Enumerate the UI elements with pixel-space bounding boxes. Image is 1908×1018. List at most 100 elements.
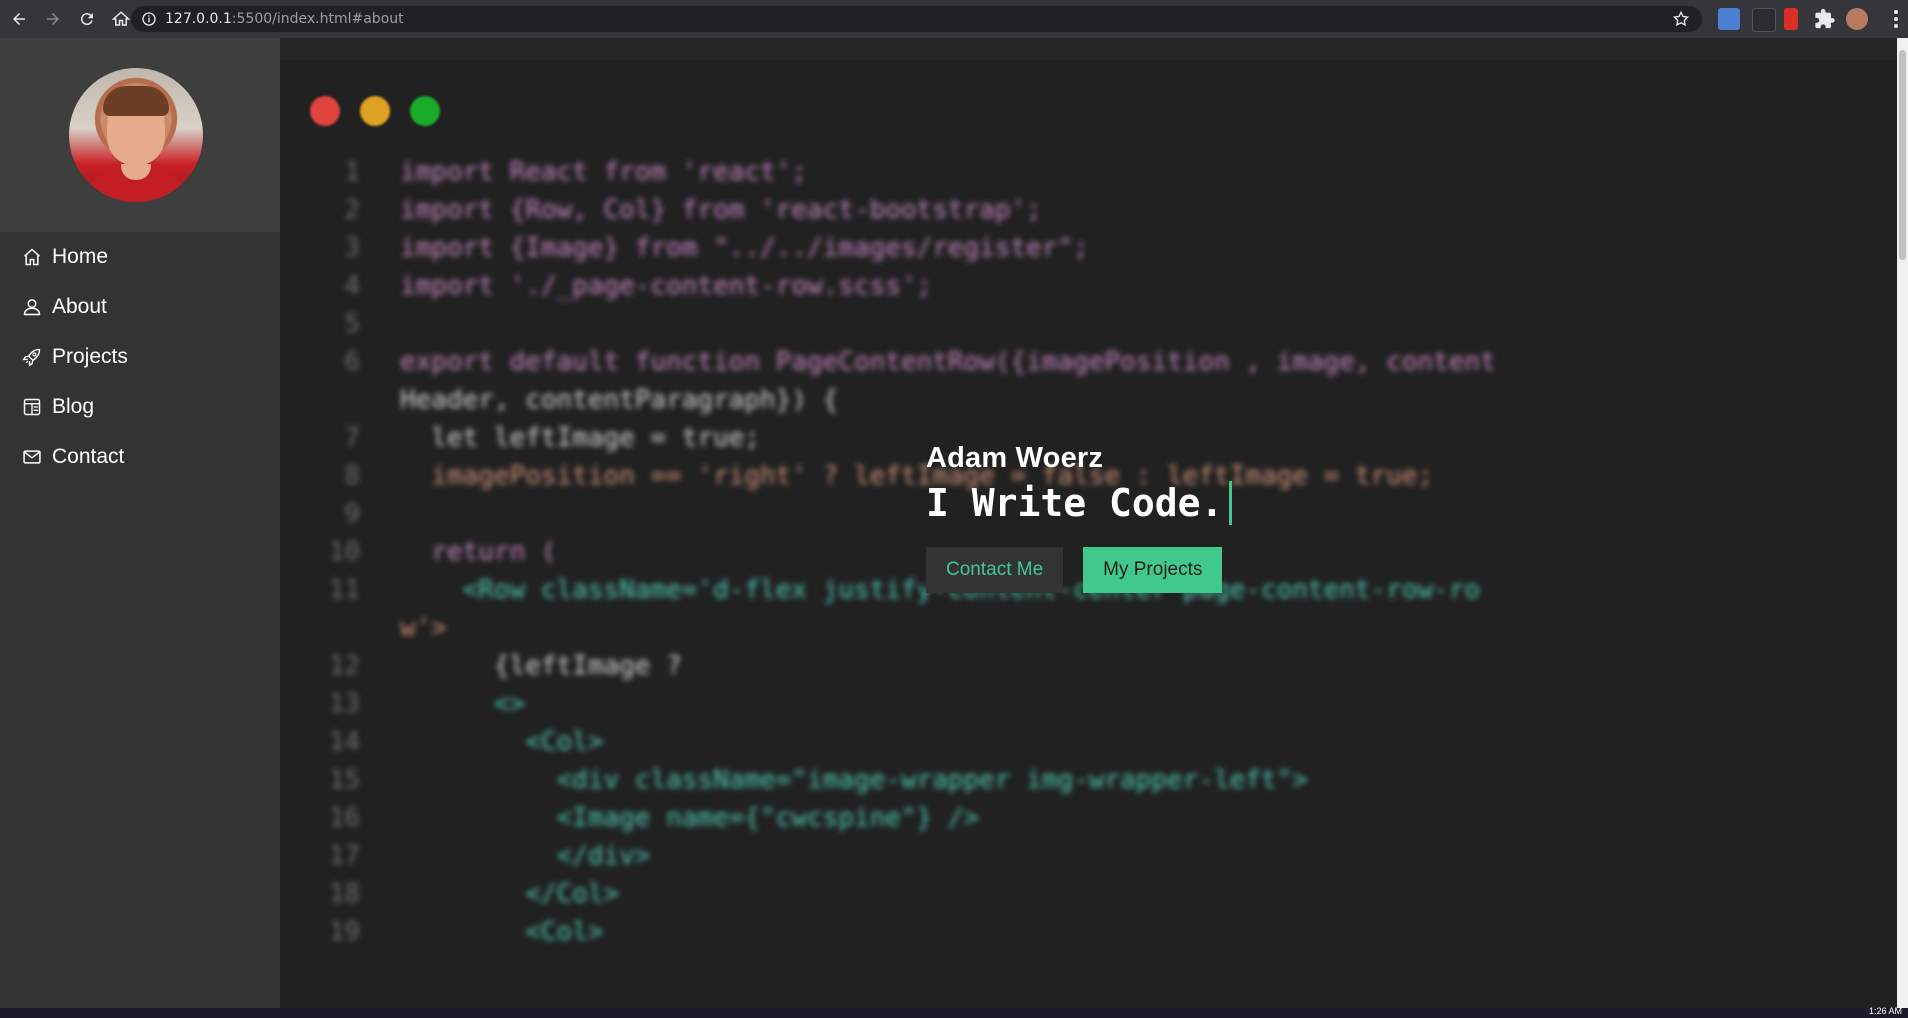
sidebar-nav: Home About Projects Blog Contact	[0, 232, 280, 482]
editor-top-strip	[280, 38, 1897, 60]
info-icon[interactable]	[141, 11, 157, 27]
line-number: 13	[328, 689, 360, 719]
line-number: 19	[328, 917, 360, 947]
bookmark-star-icon[interactable]	[1672, 10, 1690, 28]
more-menu-icon[interactable]	[1894, 9, 1898, 29]
code-line: 5	[310, 305, 1496, 343]
page-scrollbar[interactable]	[1897, 38, 1908, 1008]
code-line: 18 </Col>	[310, 875, 1496, 913]
code-text: {leftImage ?	[400, 651, 682, 681]
sidebar-item-home[interactable]: Home	[0, 232, 280, 282]
line-number: 8	[344, 461, 360, 491]
code-line: 7 let leftImage = true;	[310, 419, 1496, 457]
url-text: 127.0.0.1:5500/index.html#about	[165, 11, 404, 27]
line-number: 2	[344, 195, 360, 225]
line-number: 12	[328, 651, 360, 681]
sidebar-item-contact[interactable]: Contact	[0, 432, 280, 482]
sidebar-item-label: Projects	[52, 345, 128, 368]
window-controls	[310, 96, 440, 126]
extensions-puzzle-icon[interactable]	[1814, 8, 1836, 30]
url-path: :5500/index.html#about	[231, 11, 404, 27]
code-text: w'>	[400, 613, 447, 643]
code-line: 10 return (	[310, 533, 1496, 571]
extension-calendar-icon[interactable]	[1718, 8, 1740, 30]
code-line: 4 import './_page-content-row.scss';	[310, 267, 1496, 305]
line-number: 4	[344, 271, 360, 301]
line-number: 11	[328, 575, 360, 605]
scrollbar-thumb[interactable]	[1899, 50, 1906, 260]
line-number	[310, 381, 360, 419]
line-number: 7	[344, 423, 360, 453]
extension-badge-icon[interactable]	[1784, 8, 1798, 30]
code-text: <div className="image-wrapper img-wrappe…	[400, 765, 1308, 795]
hero: Adam Woerz I Write Code. Contact Me My P…	[926, 442, 1233, 593]
sidebar-item-label: Home	[52, 245, 109, 268]
code-text: import {Image} from "../../images/regist…	[400, 233, 1089, 263]
tagline-text: I Write Code.	[926, 481, 1224, 525]
sidebar-item-projects[interactable]: Projects	[0, 332, 280, 382]
arrow-left-icon	[13, 13, 25, 25]
code-line: 14 <Col>	[310, 723, 1496, 761]
code-text: Header, contentParagraph}) {	[400, 385, 839, 415]
line-number: 5	[344, 309, 360, 339]
browser-toolbar: 127.0.0.1:5500/index.html#about	[0, 0, 1908, 38]
code-line: w'>	[310, 609, 1496, 647]
reload-icon	[80, 13, 93, 26]
code-line: 15 <div className="image-wrapper img-wra…	[310, 761, 1496, 799]
extension-eyedropper-icon[interactable]	[1752, 8, 1776, 32]
sidebar-item-label: About	[52, 295, 107, 318]
blog-icon	[23, 398, 41, 416]
contact-me-button[interactable]: Contact Me	[926, 547, 1064, 593]
code-text: <Col>	[400, 917, 604, 947]
sidebar: Home About Projects Blog Contact	[0, 38, 280, 1008]
os-taskbar: 1:26 AM	[0, 1006, 1908, 1018]
code-line: 2 import {Row, Col} from 'react-bootstrap…	[310, 191, 1496, 229]
code-listing: 1 import React from 'react'; 2 import {Row,…	[310, 153, 1496, 951]
code-line: 13 <>	[310, 685, 1496, 723]
envelope-icon	[23, 450, 41, 464]
sidebar-item-blog[interactable]: Blog	[0, 382, 280, 432]
hero-name: Adam Woerz	[926, 442, 1104, 474]
code-line: 11 <Row className='d-flex justify-conten…	[310, 571, 1496, 609]
profile-photo	[69, 68, 203, 202]
home-icon	[24, 248, 40, 266]
code-line: Header, contentParagraph}) {	[310, 381, 1496, 419]
sidebar-item-label: Contact	[52, 445, 125, 468]
code-text: <Image name={"cwcspine"} />	[400, 803, 980, 833]
code-line: 16 <Image name={"cwcspine"} />	[310, 799, 1496, 837]
line-number	[310, 609, 360, 647]
hero-tagline: I Write Code.	[926, 481, 1233, 525]
code-line: 17 </div>	[310, 837, 1496, 875]
code-line: 3 import {Image} from "../../images/regis…	[310, 229, 1496, 267]
profile-avatar[interactable]	[1846, 8, 1868, 30]
my-projects-button[interactable]: My Projects	[1083, 547, 1223, 593]
minimize-dot	[360, 96, 390, 126]
user-icon	[23, 299, 41, 316]
code-text: let leftImage = true;	[400, 423, 761, 453]
line-number: 17	[328, 841, 360, 871]
code-line: 19 <Col>	[310, 913, 1496, 951]
arrow-right-icon	[47, 13, 59, 25]
code-line: 8 imagePosition == 'right' ? leftImage =…	[310, 457, 1496, 495]
code-text: <>	[400, 689, 526, 719]
line-number: 3	[344, 233, 360, 263]
close-dot	[310, 96, 340, 126]
reload-button[interactable]	[72, 4, 102, 34]
url-host: 127.0.0.1	[165, 11, 232, 27]
taskbar-clock: 1:26 AM	[1868, 1006, 1902, 1016]
line-number: 9	[344, 499, 360, 529]
line-number: 14	[328, 727, 360, 757]
hero-actions: Contact Me My Projects	[926, 547, 1232, 593]
line-number: 18	[328, 879, 360, 909]
line-number: 6	[344, 347, 360, 377]
sidebar-item-about[interactable]: About	[0, 282, 280, 332]
code-text: import {Row, Col} from 'react-bootstrap'…	[400, 195, 1042, 225]
code-text: imagePosition == 'right' ? leftImage = f…	[400, 461, 1434, 491]
rocket-icon	[22, 348, 41, 367]
forward-button[interactable]	[38, 4, 68, 34]
address-bar[interactable]: 127.0.0.1:5500/index.html#about	[131, 6, 1702, 32]
code-text: import React from 'react';	[400, 157, 807, 187]
back-button[interactable]	[4, 4, 34, 34]
sidebar-item-label: Blog	[52, 395, 95, 418]
code-text: </div>	[400, 841, 651, 871]
